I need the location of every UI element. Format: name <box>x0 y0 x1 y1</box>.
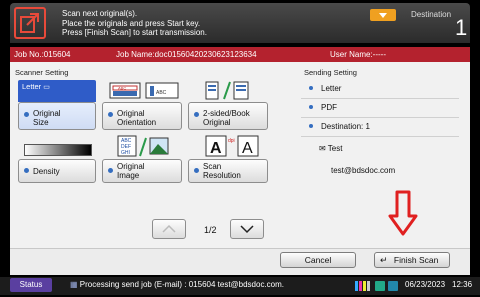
density-gradient-icon <box>24 144 92 156</box>
enter-icon: ↵ <box>380 255 388 265</box>
settings-panel: Scanner Setting Letter ▭ Original Size A… <box>10 62 470 275</box>
finish-scan-label: Finish Scan <box>393 255 439 265</box>
image-icon-text: GHI <box>121 150 130 156</box>
sending-item-size: Letter <box>301 80 459 99</box>
scanner-setting-title: Scanner Setting <box>15 68 69 77</box>
orientation-icon-text: ABC <box>156 90 167 96</box>
resolution-icon-text: A <box>242 140 253 157</box>
original-size-button[interactable]: Original Size <box>18 102 96 130</box>
device-screen: Scan next original(s). Place the origina… <box>0 0 480 295</box>
chevron-up-icon <box>162 224 176 233</box>
radio-dot-icon <box>194 168 199 173</box>
orientation-icon-text: ABC <box>118 86 126 91</box>
finish-scan-button[interactable]: ↵ Finish Scan <box>374 252 450 268</box>
button-label: Original <box>117 162 145 171</box>
button-label: Original <box>203 118 231 127</box>
resolution-icon-text: dpi <box>228 138 235 144</box>
orientation-icon: ABC ABC <box>109 82 179 99</box>
button-label: Resolution <box>203 171 241 180</box>
button-label: 2-sided/Book <box>203 109 250 118</box>
arrow-down-indicator-icon <box>388 190 418 236</box>
toner-level-icon <box>355 281 398 291</box>
button-label: Scan <box>203 162 222 171</box>
sending-item-label: Letter <box>321 84 342 93</box>
job-number: Job No.:015604 <box>14 50 71 59</box>
scan-resolution-button[interactable]: Scan Resolution <box>188 159 268 183</box>
destination-count: 1 <box>455 15 468 40</box>
resolution-icon-text: A <box>210 140 222 157</box>
status-button[interactable]: Status <box>10 278 52 292</box>
page-up-button[interactable] <box>152 219 186 239</box>
destination-entry: ✉ Test <box>319 144 342 153</box>
density-button[interactable]: Density <box>18 159 96 183</box>
destination-email: test@bdsdoc.com <box>331 166 396 175</box>
status-time: 12:36 <box>452 280 473 289</box>
bullet-icon <box>309 124 313 128</box>
chevron-down-icon <box>240 225 254 234</box>
two-sided-icon <box>205 81 249 100</box>
status-date: 06/23/2023 <box>405 280 446 289</box>
button-label: Image <box>117 171 140 180</box>
radio-dot-icon <box>108 112 113 117</box>
user-name: User Name:----- <box>330 50 386 59</box>
page-down-button[interactable] <box>230 219 264 239</box>
job-name: Job Name:doc01560420230623123634 <box>116 50 257 59</box>
radio-dot-icon <box>194 112 199 117</box>
sending-item-format: PDF <box>301 99 459 118</box>
button-label: Size <box>33 118 49 127</box>
job-info-bar: Job No.:015604 Job Name:doc0156042023062… <box>10 47 470 62</box>
sending-item-label: PDF <box>321 103 337 112</box>
page-indicator: 1/2 <box>204 225 217 235</box>
toner-icons <box>355 279 401 297</box>
two-sided-book-original-button[interactable]: 2-sided/Book Original <box>188 102 268 130</box>
destination-label: Destination <box>411 10 452 19</box>
job-icon: ▦ <box>70 280 78 289</box>
email-icon: ✉ <box>319 144 326 153</box>
destination-dropdown-button[interactable] <box>370 9 396 21</box>
original-size-value-label: Letter <box>22 82 42 91</box>
status-bar: Status ▦ Processing send job (E-mail) : … <box>0 277 480 295</box>
status-message: ▦ Processing send job (E-mail) : 015604 … <box>70 280 284 289</box>
instruction-line: Press [Finish Scan] to start transmissio… <box>62 28 207 37</box>
button-label: Original <box>33 109 61 118</box>
button-label: Density <box>33 167 60 176</box>
original-image-icon: ABC DEF GHI <box>117 135 169 157</box>
top-header: Scan next original(s). Place the origina… <box>10 3 470 43</box>
scan-send-icon <box>14 7 46 39</box>
button-label: Orientation <box>117 118 157 127</box>
radio-dot-icon <box>24 112 29 117</box>
instruction-line: Place the originals and press Start key. <box>62 18 201 28</box>
bullet-icon <box>309 86 313 90</box>
sending-item-destination: Destination: 1 <box>301 118 459 137</box>
cancel-button[interactable]: Cancel <box>280 252 356 268</box>
document-icon: ▭ <box>43 84 50 91</box>
original-size-value[interactable]: Letter ▭ <box>18 80 96 102</box>
instruction-line: Scan next original(s). <box>62 9 138 18</box>
status-message-text: Processing send job (E-mail) : 015604 te… <box>79 280 285 289</box>
destination-name: Test <box>327 144 343 153</box>
sending-setting-title: Sending Setting <box>304 68 357 77</box>
original-image-button[interactable]: Original Image <box>102 159 182 183</box>
sending-item-label: Destination: 1 <box>321 122 370 131</box>
button-label: Original <box>117 109 145 118</box>
radio-dot-icon <box>108 168 113 173</box>
radio-dot-icon <box>24 168 29 173</box>
scan-resolution-icon: A dpi A <box>205 135 259 157</box>
instruction-message: Scan next original(s). Place the origina… <box>62 9 207 38</box>
bullet-icon <box>309 105 313 109</box>
original-orientation-button[interactable]: Original Orientation <box>102 102 182 130</box>
